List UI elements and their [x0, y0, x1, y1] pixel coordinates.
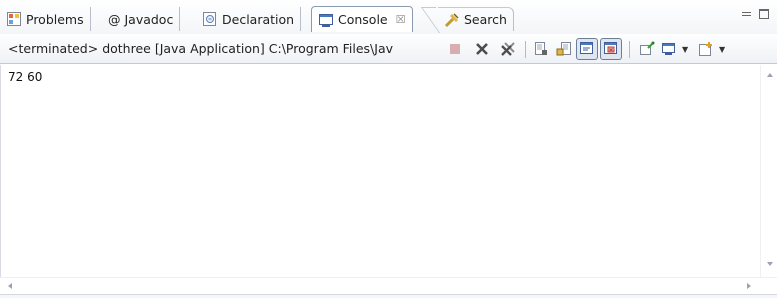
tab-javadoc[interactable]: @ Javadoc — [102, 7, 181, 31]
problems-icon — [6, 11, 22, 27]
maximize-icon[interactable] — [759, 9, 769, 19]
tab-console-label: Console — [338, 12, 388, 27]
vertical-scrollbar[interactable] — [760, 65, 777, 277]
tab-declaration[interactable]: Declaration — [196, 7, 302, 31]
scroll-up-icon[interactable] — [767, 73, 773, 77]
view-window-controls — [742, 9, 769, 19]
word-wrap-icon[interactable] — [576, 38, 598, 60]
view-bottom-border — [0, 294, 777, 298]
console-toolbar: <terminated> dothree [Java Application] … — [0, 34, 777, 64]
remove-all-terminated-icon[interactable] — [499, 40, 517, 58]
search-icon — [444, 12, 460, 28]
view-tab-bar: Problems @ Javadoc Declaration Console ☒… — [0, 0, 777, 34]
open-console-icon[interactable] — [697, 40, 715, 58]
chevron-down-icon[interactable]: ▼ — [719, 45, 725, 54]
console-output-text: 72 60 — [8, 70, 43, 84]
scroll-lock-icon[interactable] — [555, 40, 573, 58]
terminate-icon[interactable] — [446, 40, 464, 58]
scroll-right-icon[interactable] — [747, 283, 751, 289]
horizontal-scrollbar[interactable] — [0, 277, 777, 294]
tab-console[interactable]: Console ☒ — [311, 6, 413, 32]
toolbar-separator — [629, 41, 630, 58]
process-status-label: <terminated> dothree [Java Application] … — [8, 41, 394, 56]
tab-javadoc-label: @ Javadoc — [108, 11, 174, 27]
clear-console-icon[interactable] — [532, 40, 550, 58]
close-icon[interactable]: ☒ — [396, 13, 406, 26]
toolbar-separator — [525, 41, 526, 58]
scroll-left-icon[interactable] — [8, 283, 12, 289]
tab-declaration-label: Declaration — [222, 11, 295, 27]
declaration-icon — [202, 11, 218, 27]
minimize-icon[interactable] — [742, 9, 752, 19]
pin-console-icon[interactable] — [638, 40, 656, 58]
tab-problems-label: Problems — [26, 11, 84, 27]
show-console-on-output-icon[interactable] — [600, 38, 622, 60]
remove-launch-icon[interactable] — [473, 40, 491, 58]
tab-search[interactable]: Search — [438, 7, 514, 31]
tab-search-label: Search — [464, 12, 507, 27]
tab-problems[interactable]: Problems — [0, 7, 91, 31]
display-selected-console-icon[interactable] — [660, 40, 678, 58]
console-output-area[interactable]: 72 60 — [0, 65, 777, 277]
scroll-down-icon[interactable] — [767, 262, 773, 266]
console-icon — [318, 12, 334, 28]
chevron-down-icon[interactable]: ▼ — [682, 45, 688, 54]
